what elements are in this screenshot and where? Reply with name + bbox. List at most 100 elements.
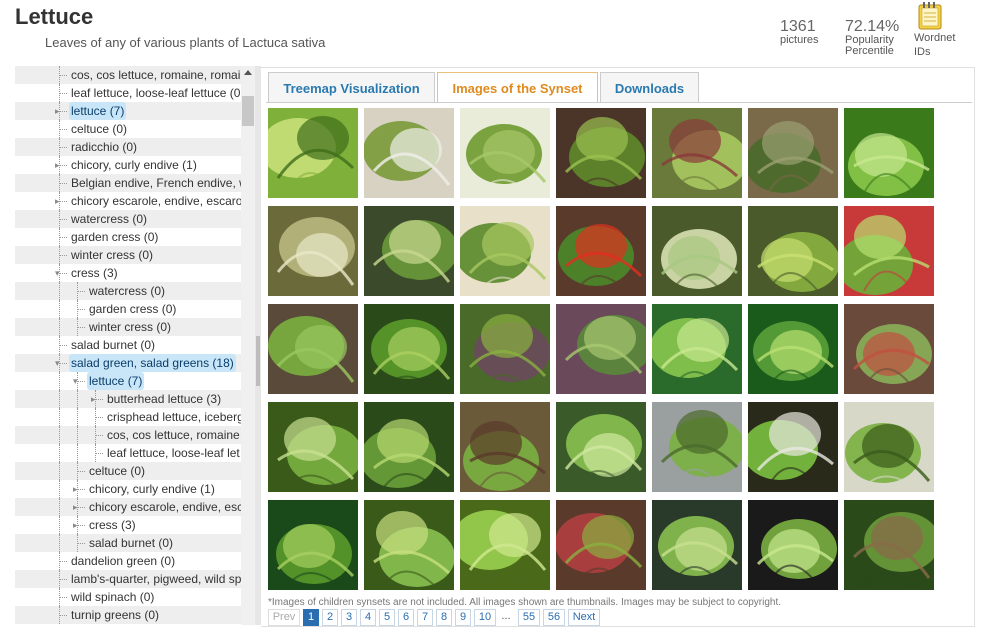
prev-page-button[interactable]: Prev: [268, 609, 300, 626]
image-thumbnail[interactable]: [556, 500, 646, 590]
expand-icon[interactable]: ▸: [73, 516, 81, 534]
tab-treemap[interactable]: Treemap Visualization: [268, 72, 435, 103]
image-thumbnail[interactable]: [460, 206, 550, 296]
tree-item[interactable]: ▸ chicory escarole, endive, escaro: [15, 192, 255, 210]
image-thumbnail[interactable]: [556, 304, 646, 394]
tree-item[interactable]: salad burnet (0): [15, 336, 255, 354]
expand-icon[interactable]: ▸: [55, 192, 63, 210]
tab-downloads[interactable]: Downloads: [600, 72, 699, 103]
expand-icon[interactable]: ▸: [55, 102, 63, 120]
collapse-icon[interactable]: ▾: [55, 264, 63, 282]
page-button[interactable]: 4: [360, 609, 376, 626]
image-thumbnail[interactable]: [364, 402, 454, 492]
tree-item[interactable]: ▸ chicory, curly endive (1): [15, 480, 255, 498]
tree-item-label[interactable]: chicory, curly endive (1): [69, 156, 199, 174]
tree-item-label[interactable]: winter cress (0): [69, 246, 155, 264]
wordnet-ids-link[interactable]: Wordnet IDs: [914, 2, 964, 58]
tree-item-label[interactable]: lettuce (7): [69, 102, 127, 120]
tree-item[interactable]: ▸ butterhead lettuce (3): [15, 390, 255, 408]
next-page-button[interactable]: Next: [568, 609, 600, 626]
tree-item-label[interactable]: leaf lettuce, loose-leaf lettuce (0: [69, 84, 242, 102]
image-thumbnail[interactable]: [460, 108, 550, 198]
image-thumbnail[interactable]: [844, 206, 934, 296]
scroll-thumb[interactable]: [242, 96, 254, 126]
tree-item-label[interactable]: lettuce (7): [87, 372, 145, 390]
image-thumbnail[interactable]: [364, 108, 454, 198]
tree-item[interactable]: lamb's-quarter, pigweed, wild sp: [15, 570, 255, 588]
tree-item[interactable]: ▾ cress (3): [15, 264, 255, 282]
tree-item-label[interactable]: celtuce (0): [69, 120, 129, 138]
image-thumbnail[interactable]: [844, 402, 934, 492]
image-thumbnail[interactable]: [748, 402, 838, 492]
tree-item-label[interactable]: lamb's-quarter, pigweed, wild sp: [69, 570, 243, 588]
image-thumbnail[interactable]: [556, 206, 646, 296]
tree-item-label[interactable]: turnip greens (0): [69, 606, 161, 624]
page-button[interactable]: 3: [341, 609, 357, 626]
image-thumbnail[interactable]: [652, 500, 742, 590]
tree-item-label[interactable]: chicory escarole, endive, esc: [87, 498, 245, 516]
tree-item-label[interactable]: garden cress (0): [69, 228, 160, 246]
page-button[interactable]: 7: [417, 609, 433, 626]
tree-item[interactable]: ▸ chicory, curly endive (1): [15, 156, 255, 174]
image-thumbnail[interactable]: [268, 108, 358, 198]
tree-item[interactable]: watercress (0): [15, 282, 255, 300]
tree-item-label[interactable]: butterhead lettuce (3): [105, 390, 223, 408]
tree-item-label[interactable]: Belgian endive, French endive, w: [69, 174, 250, 192]
image-thumbnail[interactable]: [268, 500, 358, 590]
tree-item-label[interactable]: wild spinach (0): [69, 588, 156, 606]
tree-item-label[interactable]: radicchio (0): [69, 138, 139, 156]
image-thumbnail[interactable]: [364, 304, 454, 394]
image-thumbnail[interactable]: [364, 206, 454, 296]
image-thumbnail[interactable]: [652, 206, 742, 296]
splitter-grip[interactable]: [256, 336, 260, 386]
tree-item-label[interactable]: winter cress (0): [87, 318, 173, 336]
tree-item[interactable]: garden cress (0): [15, 300, 255, 318]
image-thumbnail[interactable]: [460, 500, 550, 590]
tree-item[interactable]: crisphead lettuce, iceberg: [15, 408, 255, 426]
image-thumbnail[interactable]: [268, 206, 358, 296]
tree-item-label[interactable]: crisphead lettuce, iceberg: [105, 408, 246, 426]
image-thumbnail[interactable]: [748, 304, 838, 394]
tree-item-label[interactable]: dandelion green (0): [69, 552, 177, 570]
page-button[interactable]: 56: [543, 609, 565, 626]
collapse-icon[interactable]: ▾: [73, 372, 81, 390]
tree-item-label[interactable]: cos, cos lettuce, romaine, romai: [69, 66, 242, 84]
tree-item[interactable]: turnip greens (0): [15, 606, 255, 624]
synset-tree[interactable]: cos, cos lettuce, romaine, romai leaf let…: [15, 66, 255, 625]
tree-item[interactable]: winter cress (0): [15, 318, 255, 336]
tree-item-label[interactable]: cress (3): [69, 264, 120, 282]
image-thumbnail[interactable]: [748, 206, 838, 296]
tree-item[interactable]: ▾ salad green, salad greens (18): [15, 354, 255, 372]
tree-item-label[interactable]: watercress (0): [87, 282, 167, 300]
tree-item[interactable]: dandelion green (0): [15, 552, 255, 570]
tree-item[interactable]: leaf lettuce, loose-leaf let: [15, 444, 255, 462]
tree-item[interactable]: watercress (0): [15, 210, 255, 228]
page-button[interactable]: 2: [322, 609, 338, 626]
page-button[interactable]: 8: [436, 609, 452, 626]
tree-item-label[interactable]: salad green, salad greens (18): [69, 354, 236, 372]
tree-item[interactable]: salad burnet (0): [15, 534, 255, 552]
tree-item[interactable]: Belgian endive, French endive, w: [15, 174, 255, 192]
tree-item[interactable]: garden cress (0): [15, 228, 255, 246]
page-button[interactable]: 9: [455, 609, 471, 626]
page-button[interactable]: 6: [398, 609, 414, 626]
tree-item[interactable]: ▾ lettuce (7): [15, 372, 255, 390]
tree-item[interactable]: ▸ lettuce (7): [15, 102, 255, 120]
collapse-icon[interactable]: ▾: [55, 354, 63, 372]
image-thumbnail[interactable]: [556, 402, 646, 492]
image-thumbnail[interactable]: [556, 108, 646, 198]
tree-item-label[interactable]: celtuce (0): [87, 462, 147, 480]
tree-item-label[interactable]: garden cress (0): [87, 300, 178, 318]
page-button[interactable]: 55: [518, 609, 540, 626]
tree-item[interactable]: celtuce (0): [15, 462, 255, 480]
image-thumbnail[interactable]: [652, 304, 742, 394]
image-thumbnail[interactable]: [652, 402, 742, 492]
image-thumbnail[interactable]: [652, 108, 742, 198]
image-thumbnail[interactable]: [844, 500, 934, 590]
image-thumbnail[interactable]: [460, 402, 550, 492]
tree-item[interactable]: celtuce (0): [15, 120, 255, 138]
image-thumbnail[interactable]: [844, 108, 934, 198]
tree-item[interactable]: radicchio (0): [15, 138, 255, 156]
page-button[interactable]: 10: [474, 609, 496, 626]
expand-icon[interactable]: ▸: [73, 480, 81, 498]
